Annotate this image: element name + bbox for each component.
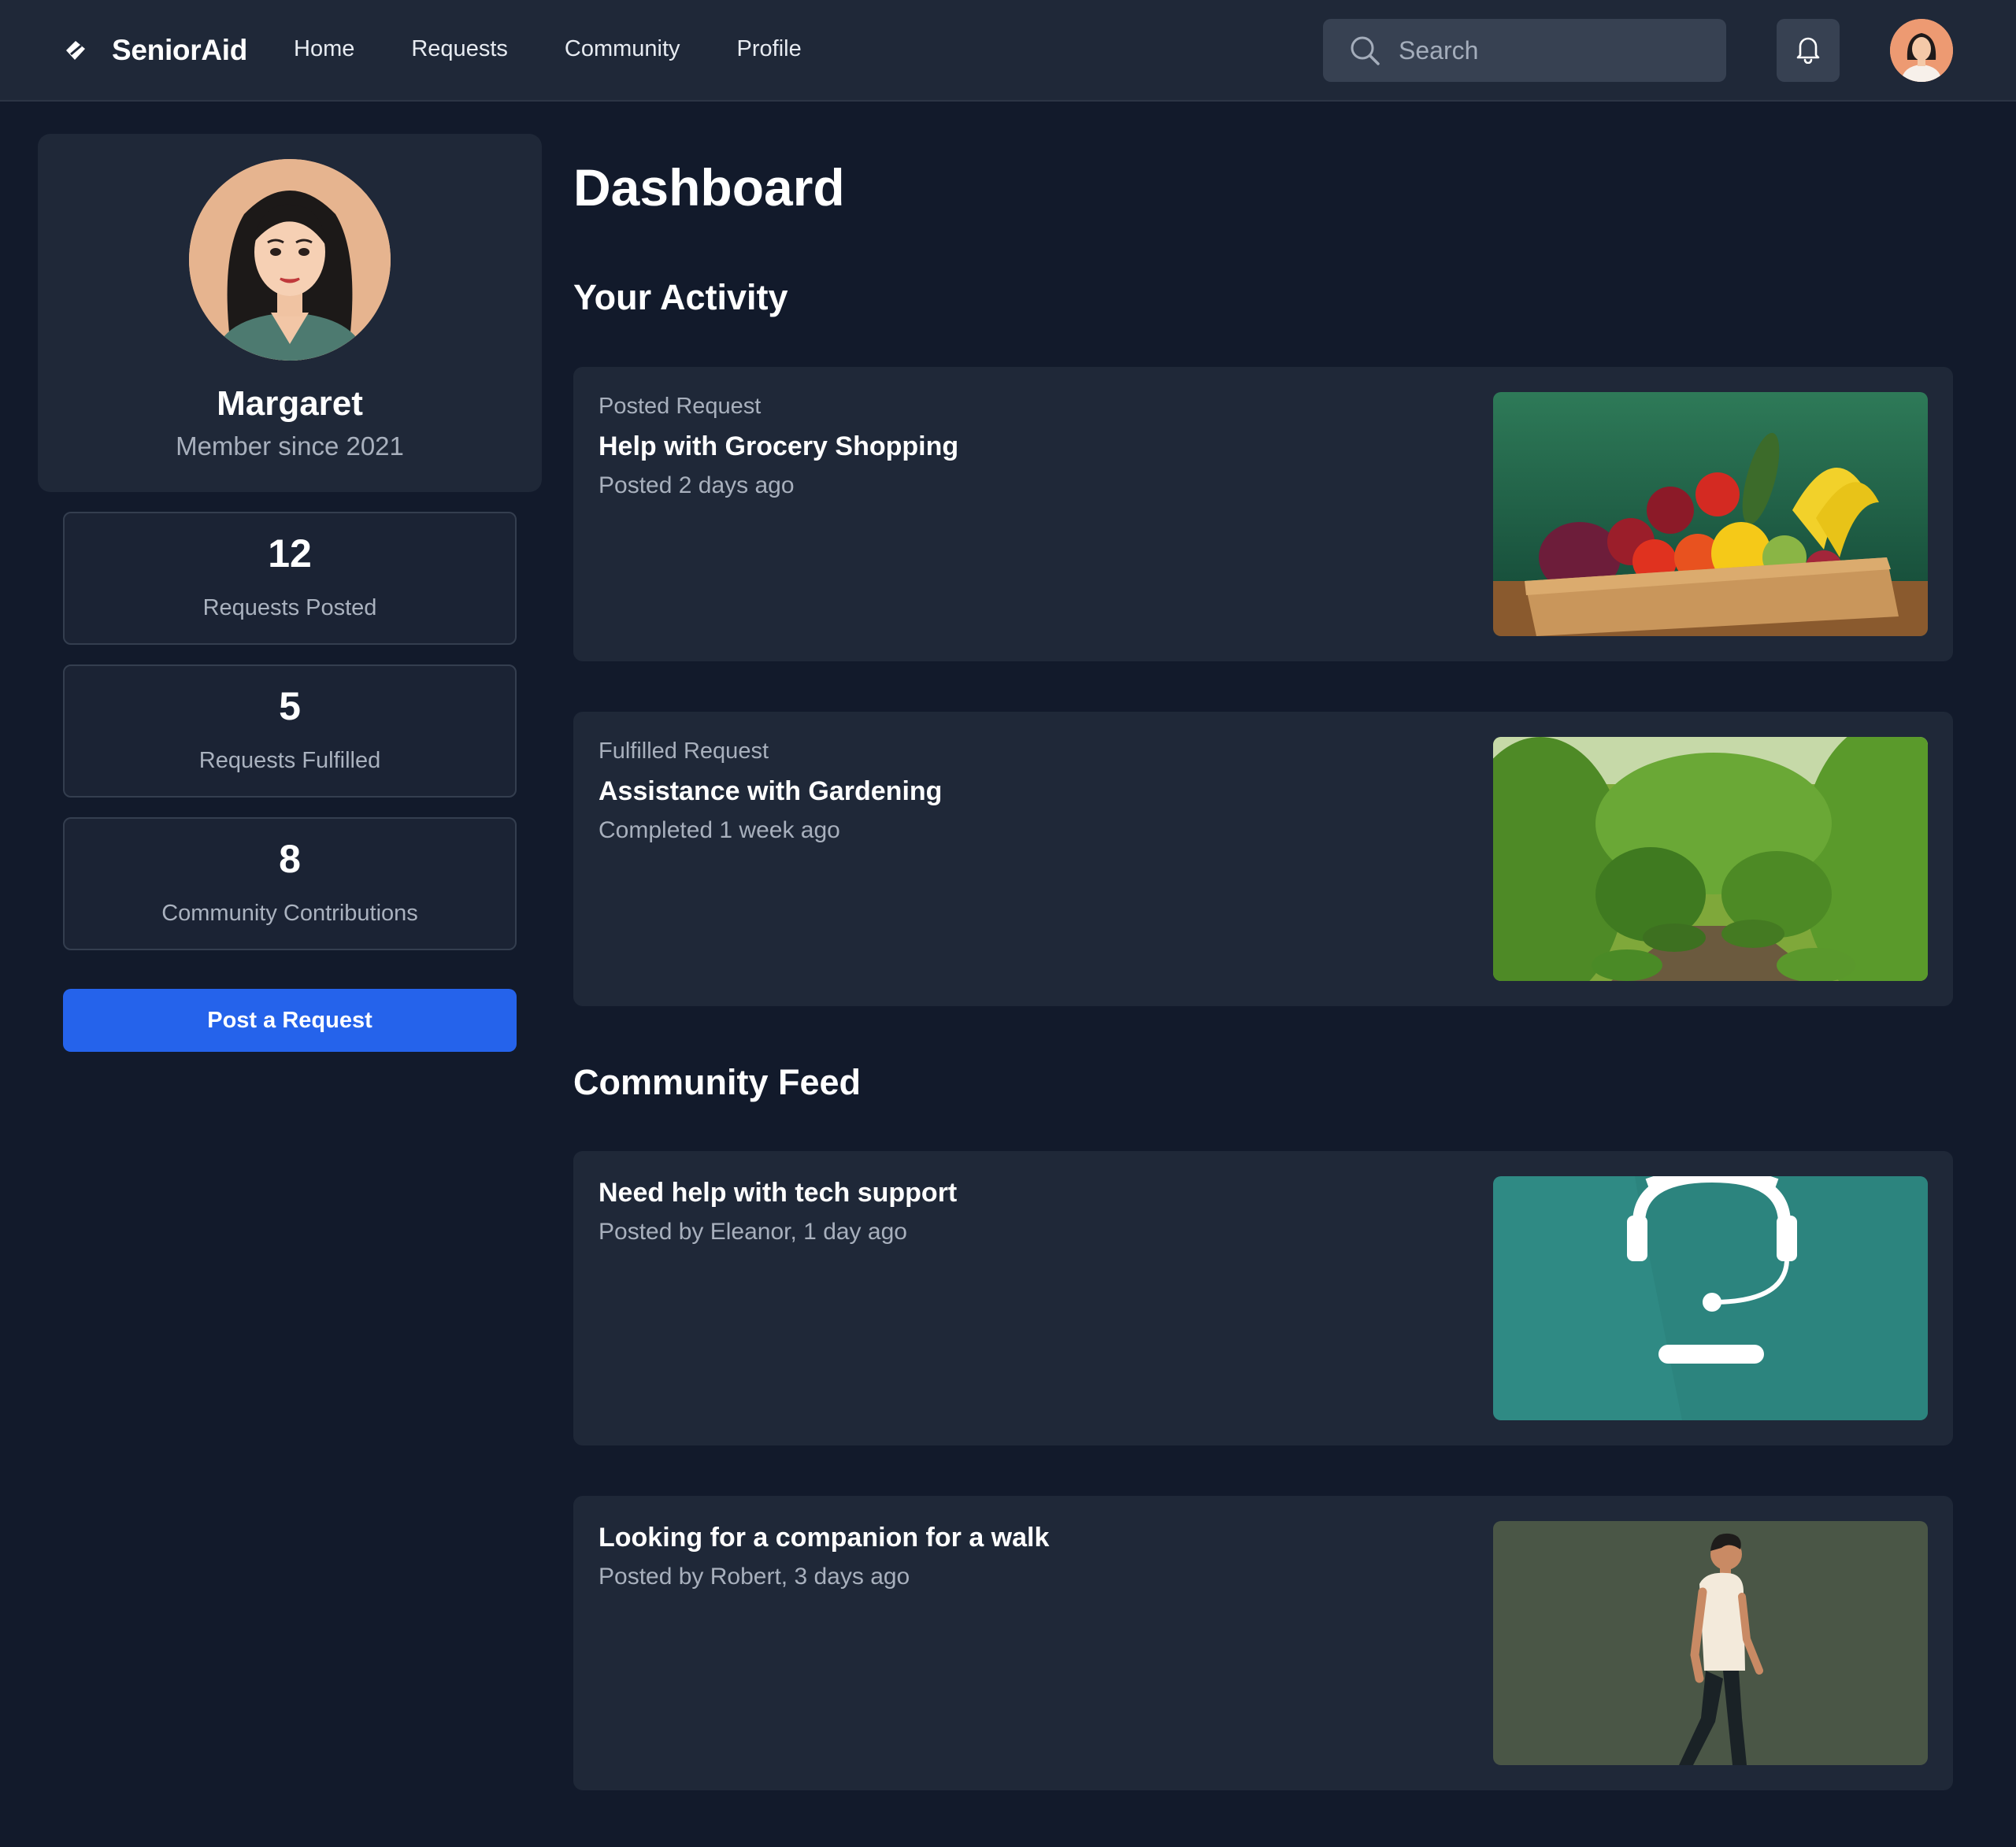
notifications-button[interactable] — [1777, 19, 1840, 82]
profile-avatar — [189, 159, 391, 361]
stat-label: Requests Posted — [202, 595, 377, 620]
card-title[interactable]: Looking for a companion for a walk — [598, 1523, 1049, 1553]
main-nav: Home Requests Community Profile — [294, 36, 858, 62]
brand[interactable]: SeniorAid — [63, 30, 247, 71]
search-box[interactable] — [1323, 19, 1726, 82]
stat-value: 12 — [268, 531, 312, 576]
card-meta: Completed 1 week ago — [598, 817, 840, 843]
nav-home[interactable]: Home — [294, 36, 354, 62]
stat-label: Requests Fulfilled — [198, 748, 381, 773]
card-kicker: Posted Request — [598, 394, 762, 419]
headset-image — [1493, 1176, 1928, 1420]
stat-card-requests-posted: 12 Requests Posted — [63, 512, 517, 645]
nav-requests[interactable]: Requests — [411, 36, 508, 62]
card-meta: Posted 2 days ago — [598, 472, 795, 498]
page-title: Dashboard — [573, 158, 845, 217]
card-title[interactable]: Help with Grocery Shopping — [598, 431, 958, 462]
nav-community[interactable]: Community — [565, 36, 680, 62]
activity-card-gardening[interactable]: Fulfilled Request Assistance with Garden… — [573, 712, 1953, 1006]
profile-card: Margaret Member since 2021 — [38, 134, 542, 492]
stat-label: Community Contributions — [161, 901, 418, 926]
stat-value: 5 — [279, 684, 301, 728]
activity-card-grocery[interactable]: Posted Request Help with Grocery Shoppin… — [573, 367, 1953, 661]
search-icon — [1348, 34, 1381, 67]
card-meta: Posted by Robert, 3 days ago — [598, 1564, 910, 1590]
search-input[interactable] — [1399, 35, 1698, 65]
card-kicker: Fulfilled Request — [598, 738, 769, 764]
feed-card-tech-support[interactable]: Need help with tech support Posted by El… — [573, 1151, 1953, 1445]
stat-card-community-contributions: 8 Community Contributions — [63, 817, 517, 950]
bell-icon — [1794, 34, 1822, 68]
walking-man-image — [1493, 1521, 1928, 1765]
brand-name: SeniorAid — [112, 34, 248, 66]
stat-card-requests-fulfilled: 5 Requests Fulfilled — [63, 664, 517, 798]
section-title-community-feed: Community Feed — [573, 1062, 862, 1102]
card-meta: Posted by Eleanor, 1 day ago — [598, 1219, 907, 1245]
feed-card-walk-companion[interactable]: Looking for a companion for a walk Poste… — [573, 1496, 1953, 1790]
member-since: Member since 2021 — [176, 431, 404, 461]
section-title-activity: Your Activity — [573, 277, 788, 317]
stat-value: 8 — [279, 837, 301, 881]
grocery-image — [1493, 392, 1928, 636]
post-request-button[interactable]: Post a Request — [63, 989, 517, 1052]
top-navigation-bar: SeniorAid Home Requests Community Profil… — [0, 0, 2016, 102]
nav-profile[interactable]: Profile — [737, 36, 802, 62]
profile-name: Margaret — [217, 384, 363, 423]
user-avatar[interactable] — [1890, 19, 1953, 82]
feather-icon — [63, 38, 88, 63]
garden-image — [1493, 737, 1928, 981]
card-title[interactable]: Need help with tech support — [598, 1178, 957, 1209]
card-title[interactable]: Assistance with Gardening — [598, 776, 942, 807]
